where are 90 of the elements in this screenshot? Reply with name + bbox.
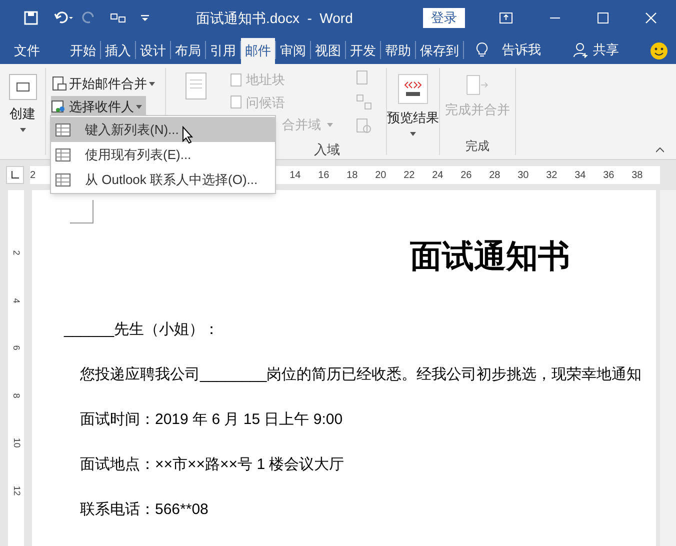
refresh-icon — [356, 118, 372, 134]
preview-icon[interactable] — [398, 74, 428, 104]
ruler-number: 38 — [632, 168, 644, 182]
share-button[interactable]: 共享 — [593, 40, 619, 59]
match-fields-icon — [356, 94, 372, 110]
collapse-ribbon-icon[interactable] — [656, 147, 664, 153]
ribbon-tab[interactable]: 布局 — [171, 38, 205, 64]
start-mail-merge-button[interactable]: 开始邮件合并 — [69, 74, 147, 94]
paragraph: 您投递应聘我公司________岗位的简历已经收悉。经我公司初步挑选，现荣幸地通知 — [80, 365, 643, 385]
envelope-icon[interactable] — [8, 74, 36, 100]
person-add-icon[interactable] — [573, 42, 589, 58]
caret-icon — [410, 132, 416, 136]
menu-item-label: 键入新列表(N)... — [85, 120, 179, 139]
select-recipients-label: 选择收件人 — [69, 98, 134, 116]
ruler-number: 20 — [375, 168, 388, 182]
ribbon-tab[interactable]: 邮件 — [241, 38, 275, 64]
ribbon-tab[interactable]: 保存到 — [416, 38, 463, 64]
paragraph: 面试地点：××市××路××号 1 楼会议大厅 — [80, 455, 346, 475]
address-block-label: 地址块 — [246, 71, 285, 89]
ruler-number: 18 — [346, 168, 359, 182]
caret-icon — [149, 82, 155, 86]
maximize-icon[interactable] — [596, 12, 609, 24]
ribbon-tab[interactable]: 设计 — [136, 38, 170, 64]
ruler-number: 36 — [603, 168, 616, 182]
caret-icon — [20, 128, 26, 132]
menu-item-label: 从 Outlook 联系人中选择(O)... — [85, 170, 258, 189]
ribbon-tab[interactable]: 引用 — [206, 38, 240, 64]
ruler-number: 24 — [432, 168, 444, 182]
ruler-number: 6 — [10, 345, 23, 350]
ruler-number: 34 — [574, 168, 587, 182]
ruler-number: 2 — [10, 250, 23, 256]
ruler-number: 8 — [10, 392, 23, 398]
undo-icon[interactable] — [54, 11, 74, 25]
menu-item-label: 使用现有列表(E)... — [85, 146, 192, 164]
ribbon-tab[interactable]: 文件 — [10, 38, 44, 64]
create-button[interactable]: 创建 — [10, 104, 36, 124]
caret-icon — [327, 122, 333, 127]
ribbon-tab[interactable]: 开始 — [66, 38, 100, 64]
menu-item[interactable]: 从 Outlook 联系人中选择(O)... — [51, 167, 275, 192]
tab-selector[interactable] — [6, 166, 24, 184]
ruler-number: 32 — [546, 168, 558, 182]
paragraph: ______先生（小姐）： — [64, 320, 220, 340]
ruler-number: 22 — [404, 168, 416, 182]
finish-merge-label: 完成并合并 — [445, 100, 510, 118]
greeting-label: 问候语 — [246, 94, 285, 112]
contacts-icon — [51, 99, 67, 115]
tab-stop-icon — [11, 171, 19, 179]
preview-results-button[interactable]: 预览结果 — [387, 108, 439, 128]
document-icon — [51, 76, 67, 92]
ribbon-tab[interactable]: 帮助 — [381, 38, 415, 64]
ruler-number: 10 — [10, 438, 23, 448]
list-icon — [55, 148, 71, 162]
document-title: 面试通知书 — [410, 237, 571, 276]
document-icon — [230, 72, 242, 87]
group-label: 入域 — [314, 140, 341, 158]
login-button[interactable]: 登录 — [422, 8, 465, 28]
ribbon-tab[interactable]: 视图 — [311, 38, 345, 64]
ribbon-tab[interactable]: 审阅 — [276, 38, 310, 64]
window-title: 面试通知书.docx - Word — [196, 8, 353, 28]
ruler-number: 30 — [518, 168, 530, 182]
ruler-number: 2 — [30, 168, 36, 182]
group-label: 完成 — [466, 138, 490, 155]
document-icon — [185, 72, 207, 100]
customize-icon[interactable] — [140, 13, 150, 23]
save-icon[interactable] — [24, 11, 38, 25]
paragraph: 面试时间：2019 年 6 月 15 日上午 9:00 — [80, 410, 344, 430]
smiley-icon[interactable] — [650, 42, 668, 60]
margin-mark — [70, 200, 94, 224]
menu-item[interactable]: 使用现有列表(E)... — [51, 142, 275, 167]
list-icon — [55, 122, 71, 136]
touch-mode-icon[interactable] — [110, 13, 126, 23]
ruler-number: 4 — [10, 298, 23, 303]
ribbon-display-icon[interactable] — [498, 12, 513, 24]
list-icon — [55, 172, 71, 186]
ruler-number: 12 — [10, 485, 23, 496]
ruler-number: 26 — [460, 168, 473, 182]
ruler-number: 28 — [489, 168, 502, 182]
ruler-number: 16 — [318, 168, 330, 182]
ruler-number: 14 — [290, 168, 302, 182]
close-icon[interactable] — [644, 12, 657, 24]
tell-me-label[interactable]: 告诉我 — [502, 40, 541, 59]
menu-item[interactable]: 键入新列表(N)... — [51, 117, 275, 142]
insert-merge-field-label: 合并域 — [282, 116, 321, 134]
caret-icon — [136, 105, 142, 109]
ribbon-tab[interactable]: 插入 — [101, 38, 135, 64]
ribbon-tab[interactable]: 开发 — [346, 38, 380, 64]
document-icon — [230, 95, 242, 110]
cursor-icon — [182, 126, 194, 144]
paragraph: 联系电话：566**08 — [80, 500, 210, 520]
lightbulb-icon[interactable] — [476, 42, 488, 58]
